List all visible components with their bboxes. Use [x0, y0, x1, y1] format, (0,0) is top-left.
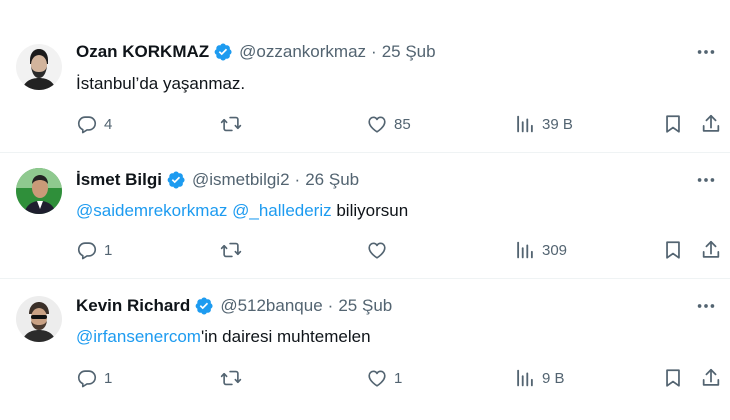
reply-icon — [76, 239, 98, 261]
views-icon — [514, 113, 536, 135]
view-count: 9 B — [542, 369, 565, 387]
verified-badge-icon[interactable] — [166, 170, 186, 190]
views-button[interactable]: 309 — [514, 238, 567, 262]
verified-badge-icon[interactable] — [194, 296, 214, 316]
reply-icon — [76, 113, 98, 135]
timestamp[interactable]: 25 Şub — [382, 42, 436, 62]
avatar[interactable] — [16, 296, 62, 342]
separator: · — [327, 296, 334, 315]
tweet-header: Ozan KORKMAZ @ozzankorkmaz · 25 Şub — [76, 40, 436, 64]
bookmark-button[interactable] — [662, 112, 684, 136]
like-icon — [366, 113, 388, 135]
tweet-text-content: biliyorsun — [331, 201, 409, 220]
reply-icon — [76, 367, 98, 389]
bookmark-icon — [662, 367, 684, 389]
retweet-icon — [220, 367, 242, 389]
mention-link[interactable]: @saidemrekorkmaz — [76, 201, 227, 220]
username[interactable]: @512banque — [220, 296, 322, 316]
share-icon — [700, 239, 722, 261]
like-button[interactable] — [366, 238, 394, 262]
tweet-text: @saidemrekorkmaz @_hallederiz biliyorsun — [76, 201, 408, 221]
display-name[interactable]: Kevin Richard — [76, 296, 190, 316]
username[interactable]: @ismetbilgi2 — [192, 170, 290, 190]
like-button[interactable]: 85 — [366, 112, 411, 136]
bookmark-button[interactable] — [662, 238, 684, 262]
like-button[interactable]: 1 — [366, 366, 402, 390]
share-icon — [700, 113, 722, 135]
more-icon[interactable] — [694, 294, 718, 318]
share-icon — [700, 367, 722, 389]
share-button[interactable] — [700, 366, 722, 390]
share-button[interactable] — [700, 112, 722, 136]
reply-count: 1 — [104, 241, 113, 259]
username[interactable]: @ozzankorkmaz — [239, 42, 366, 62]
reply-count: 1 — [104, 369, 113, 387]
bookmark-button[interactable] — [662, 366, 684, 390]
reply-button[interactable]: 4 — [76, 112, 112, 136]
reply-count: 4 — [104, 115, 113, 133]
retweet-button[interactable] — [220, 112, 248, 136]
like-count: 85 — [394, 115, 411, 133]
view-count: 309 — [542, 241, 568, 259]
reply-button[interactable]: 1 — [76, 366, 112, 390]
timestamp[interactable]: 26 Şub — [305, 170, 359, 190]
reply-button[interactable]: 1 — [76, 238, 112, 262]
share-button[interactable] — [700, 238, 722, 262]
views-icon — [514, 367, 536, 389]
more-icon[interactable] — [694, 168, 718, 192]
tweet-header: Kevin Richard @512banque · 25 Şub — [76, 294, 392, 318]
tweet-header: İsmet Bilgi @ismetbilgi2 · 26 Şub — [76, 168, 359, 192]
view-count: 39 B — [542, 115, 573, 133]
avatar[interactable] — [16, 168, 62, 214]
separator: · — [294, 170, 301, 189]
bookmark-icon — [662, 239, 684, 261]
retweet-button[interactable] — [220, 366, 248, 390]
tweet-text: @irfansenercom'in dairesi muhtemelen — [76, 327, 371, 347]
retweet-icon — [220, 239, 242, 261]
mention-link[interactable]: @irfansenercom — [76, 327, 201, 346]
more-icon[interactable] — [694, 40, 718, 64]
tweet-feed: Ozan KORKMAZ @ozzankorkmaz · 25 Şub İsta… — [0, 0, 730, 420]
action-bar: 4 85 39 B — [0, 112, 730, 136]
display-name[interactable]: İsmet Bilgi — [76, 170, 162, 190]
verified-badge-icon[interactable] — [213, 42, 233, 62]
tweet-text: İstanbul’da yaşanmaz. — [76, 74, 245, 94]
timestamp[interactable]: 25 Şub — [338, 296, 392, 316]
avatar[interactable] — [16, 44, 62, 90]
views-button[interactable]: 39 B — [514, 112, 573, 136]
action-bar: 1 309 — [0, 238, 730, 262]
retweet-button[interactable] — [220, 238, 248, 262]
like-icon — [366, 239, 388, 261]
views-icon — [514, 239, 536, 261]
like-icon — [366, 367, 388, 389]
action-bar: 1 1 9 B — [0, 366, 730, 390]
separator: · — [371, 42, 377, 61]
tweet-text-content: 'in dairesi muhtemelen — [200, 327, 371, 346]
retweet-icon — [220, 113, 242, 135]
mention-link[interactable]: @_hallederiz — [232, 201, 331, 220]
bookmark-icon — [662, 113, 684, 135]
like-count: 1 — [394, 369, 403, 387]
views-button[interactable]: 9 B — [514, 366, 565, 390]
tweet-text-content: İstanbul’da yaşanmaz. — [76, 74, 246, 93]
display-name[interactable]: Ozan KORKMAZ — [76, 42, 209, 62]
